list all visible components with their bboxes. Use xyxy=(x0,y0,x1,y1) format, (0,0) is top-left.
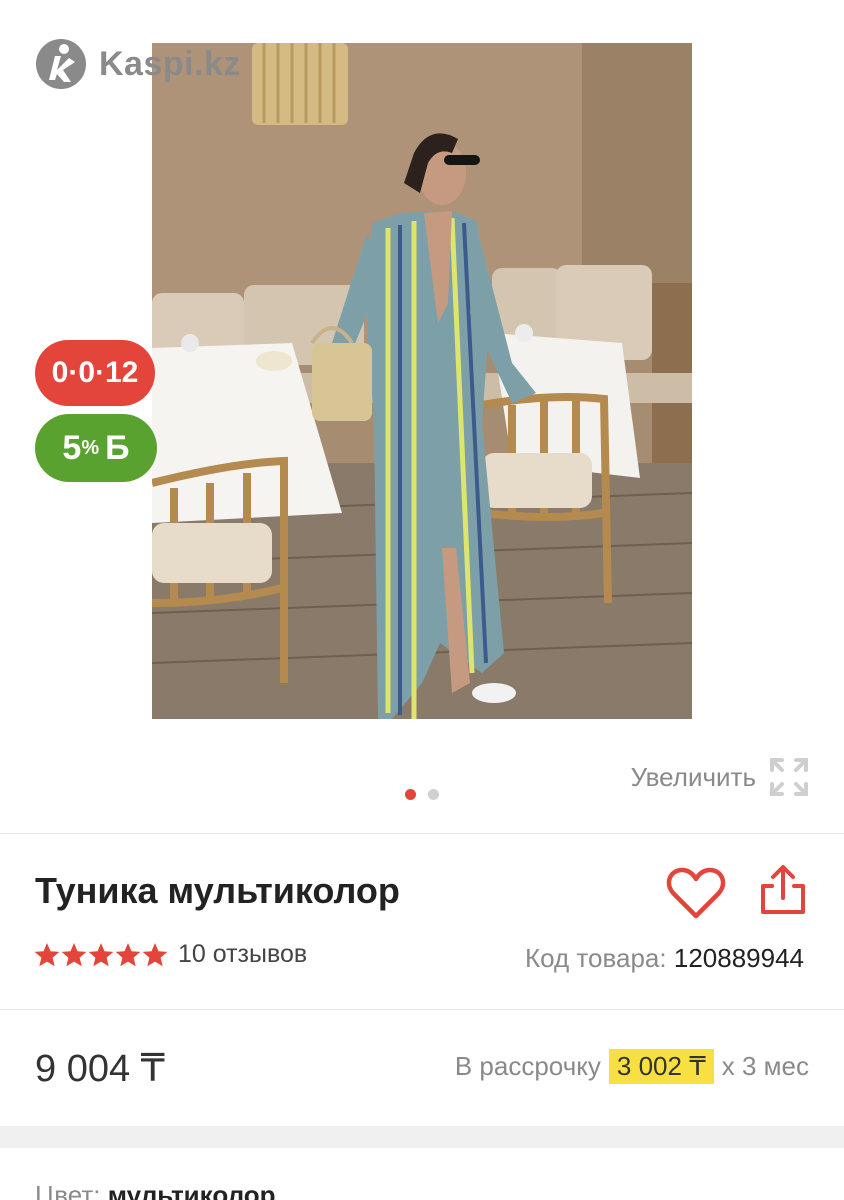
bonus-badge-currency: Б xyxy=(105,428,130,467)
bonus-badge-suffix: % xyxy=(81,436,100,459)
rating-stars xyxy=(34,942,168,968)
favorite-heart-icon[interactable] xyxy=(666,866,726,920)
product-title: Туника мультиколор xyxy=(35,870,400,911)
product-price: 9 004 ₸ xyxy=(35,1048,165,1090)
divider xyxy=(0,1009,844,1010)
product-photo[interactable] xyxy=(152,43,692,719)
pagination-dot-2[interactable] xyxy=(428,789,439,800)
brand-logo: Kaspi.kz xyxy=(35,38,241,90)
product-code-value: 120889944 xyxy=(673,943,804,973)
kaspi-logo-icon xyxy=(36,39,86,89)
product-gallery: Kaspi.kz 0·0·12 5 % Б Увеличить xyxy=(0,0,844,832)
product-code: Код товара: 120889944 xyxy=(525,943,804,974)
divider xyxy=(0,833,844,834)
installment-offer[interactable]: В рассрочку 3 002 ₸ x 3 мес xyxy=(455,1049,809,1084)
share-icon[interactable] xyxy=(758,864,808,916)
installment-amount: 3 002 ₸ xyxy=(608,1049,714,1084)
zoom-button[interactable]: Увеличить xyxy=(631,756,810,798)
section-separator xyxy=(0,1126,844,1148)
star-icon xyxy=(61,942,87,966)
bonus-badge: 5% Б xyxy=(35,414,157,482)
expand-icon xyxy=(770,758,808,796)
installment-badge-label: 0·0·12 xyxy=(51,356,139,389)
brand-name: Kaspi.kz xyxy=(99,44,241,83)
star-icon xyxy=(142,942,168,966)
pagination-dot-1[interactable] xyxy=(405,789,416,800)
reviews-link[interactable]: 10 отзывов xyxy=(178,940,307,969)
gallery-pagination xyxy=(405,789,439,800)
zoom-label: Увеличить xyxy=(630,761,756,792)
star-icon xyxy=(88,942,114,966)
installment-badge: 0·0·12 xyxy=(35,340,155,406)
installment-prefix: В рассрочку xyxy=(454,1051,601,1081)
installment-term: x 3 мес xyxy=(721,1051,809,1081)
star-icon xyxy=(34,942,60,966)
color-option-value: мультиколор xyxy=(107,1180,276,1200)
product-rating: 10 отзывов xyxy=(34,940,307,969)
product-code-label: Код товара: xyxy=(524,943,667,973)
color-option-label: Цвет: xyxy=(35,1180,101,1200)
product-photo-illustration xyxy=(152,43,692,719)
color-option: Цвет: мультиколор xyxy=(35,1180,276,1200)
bonus-badge-value: 5 xyxy=(62,428,82,467)
star-icon xyxy=(115,942,141,966)
